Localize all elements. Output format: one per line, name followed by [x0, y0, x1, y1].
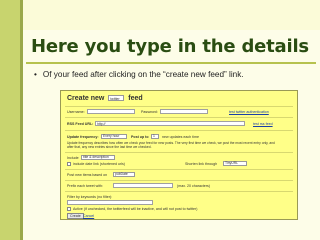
- bullet-text: Of your feed after clicking on the “crea…: [42, 70, 244, 79]
- cancel-link[interactable]: Cancel: [83, 214, 94, 218]
- update-frequency-select[interactable]: Every hour: [101, 134, 127, 139]
- password-label: Password:: [141, 110, 158, 114]
- form-screenshot: Create new twitter feed Username: Passwo…: [60, 90, 298, 220]
- form-divider: [65, 191, 293, 192]
- shorten-service-select[interactable]: TinyURL: [223, 161, 247, 166]
- filter-label: Filter by keywords (no filter):: [67, 195, 113, 199]
- post-count-suffix: new updates each time: [162, 135, 199, 139]
- form-header-suffix: feed: [128, 95, 143, 102]
- prefix-label: Prefix each tweet with:: [67, 184, 103, 188]
- slide-accent-bar: [0, 0, 23, 240]
- update-frequency-label: Update frequency:: [67, 135, 99, 139]
- form-header: Create new twitter feed: [67, 95, 143, 102]
- form-divider: [65, 152, 293, 153]
- create-button[interactable]: Create: [67, 213, 84, 219]
- form-divider: [65, 180, 293, 181]
- include-date-label: include date link (shortened urls): [73, 162, 125, 166]
- post-based-on-select[interactable]: pubDate: [113, 172, 135, 177]
- form-divider: [65, 130, 293, 131]
- feed-type-select[interactable]: twitter: [108, 95, 125, 102]
- active-label: Active (if unchecked, the twitterfeed wi…: [73, 207, 198, 211]
- slide: Here you type in the details • Of your fe…: [0, 0, 320, 240]
- include-select[interactable]: title & description: [81, 155, 115, 160]
- post-count-select[interactable]: 1: [151, 134, 159, 139]
- form-divider: [65, 106, 293, 107]
- include-date-checkbox[interactable]: [67, 162, 71, 166]
- prefix-field[interactable]: [113, 183, 173, 188]
- username-field[interactable]: [87, 109, 135, 114]
- form-header-prefix: Create new: [67, 95, 105, 102]
- bullet-item: • Of your feed after clicking on the “cre…: [34, 70, 318, 79]
- rss-url-label: RSS Feed URL:: [67, 122, 94, 126]
- form-divider: [65, 169, 293, 170]
- include-label: Include: [67, 156, 79, 160]
- post-based-on-label: Post new items based on: [67, 173, 108, 177]
- title-divider: [26, 62, 316, 64]
- prefix-hint: (max. 20 characters): [177, 184, 210, 188]
- password-field[interactable]: [160, 109, 208, 114]
- active-checkbox[interactable]: [67, 207, 71, 211]
- rss-url-value: http://: [97, 122, 106, 126]
- update-frequency-help: Update frequency describes how often we …: [67, 141, 275, 150]
- rss-url-field[interactable]: http://: [95, 121, 245, 126]
- filter-field[interactable]: [67, 200, 153, 205]
- slide-title: Here you type in the details: [31, 36, 309, 57]
- form-divider: [65, 117, 293, 118]
- bullet-marker: •: [34, 70, 37, 79]
- shorten-label: Shorten link through: [185, 162, 218, 166]
- post-up-to-label: Post up to: [131, 135, 149, 139]
- username-label: Username:: [67, 110, 85, 114]
- slide-top-band: [23, 0, 320, 30]
- auth-test-link[interactable]: test twitter authentication: [229, 110, 269, 114]
- rss-test-link[interactable]: test rss feed: [253, 122, 273, 126]
